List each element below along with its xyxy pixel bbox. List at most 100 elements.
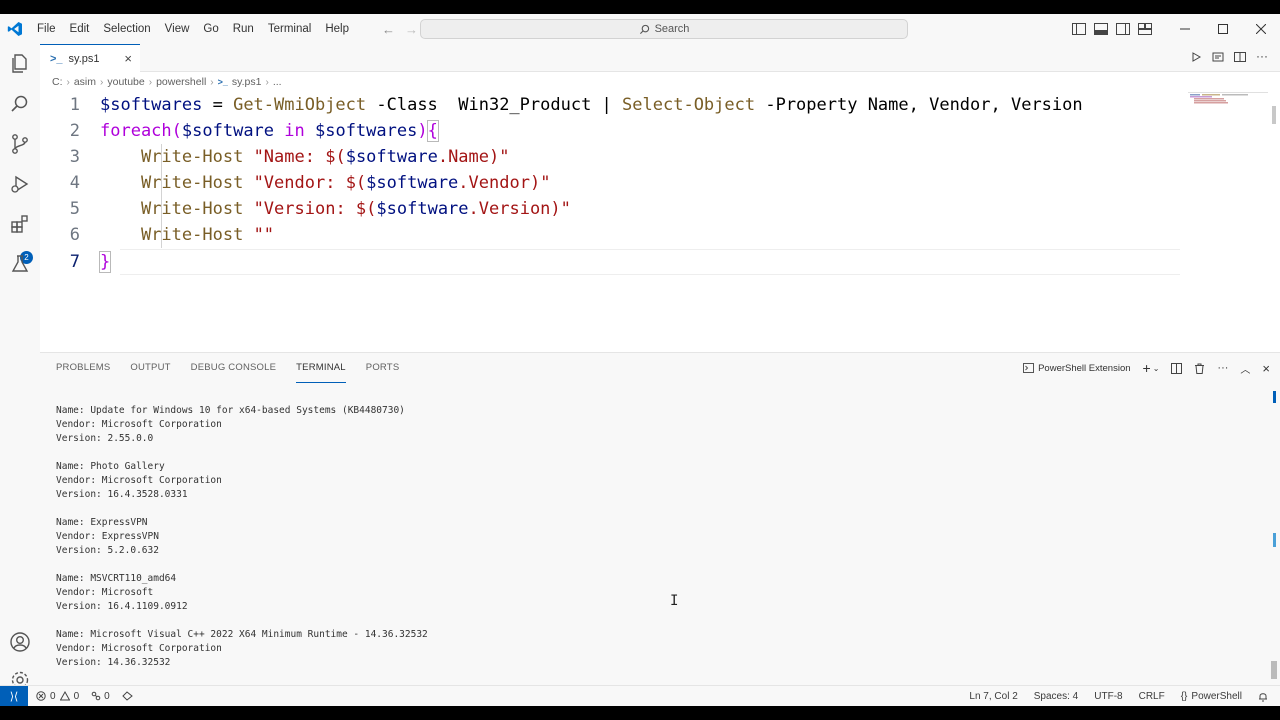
- brace-token: }: [98, 251, 112, 273]
- search-view-icon[interactable]: [8, 92, 32, 116]
- split-terminal-icon[interactable]: [1171, 362, 1183, 374]
- split-editor-icon[interactable]: [1234, 51, 1246, 63]
- breadcrumb-powershell[interactable]: powershell: [156, 76, 206, 88]
- customize-layout-icon[interactable]: [1138, 23, 1152, 35]
- menu-selection[interactable]: Selection: [96, 14, 157, 44]
- command-center-search[interactable]: Search: [420, 19, 908, 39]
- indent-token: [100, 173, 141, 193]
- menu-file[interactable]: File: [30, 14, 63, 44]
- title-bar: File Edit Selection View Go Run Terminal…: [0, 14, 1280, 44]
- run-icon[interactable]: [1190, 51, 1202, 63]
- breadcrumb-symbols[interactable]: ...: [273, 76, 282, 88]
- ports-status[interactable]: 0: [91, 691, 110, 702]
- line-number: 4: [69, 173, 80, 193]
- tab-ports[interactable]: PORTS: [366, 353, 400, 383]
- more-actions-icon[interactable]: ···: [1256, 50, 1268, 63]
- string-token: ": [560, 199, 571, 219]
- close-panel-icon[interactable]: ×: [1262, 361, 1270, 376]
- toggle-secondary-sidebar-icon[interactable]: [1116, 23, 1130, 35]
- run-selection-icon[interactable]: [1212, 51, 1224, 63]
- extensions-icon[interactable]: [8, 212, 32, 236]
- menu-edit[interactable]: Edit: [63, 14, 97, 44]
- notifications-bell-icon[interactable]: [1258, 691, 1268, 702]
- explorer-icon[interactable]: [8, 52, 32, 76]
- language-mode[interactable]: {} PowerShell: [1181, 691, 1242, 702]
- terminal-line: Vendor: Microsoft Corporation: [56, 475, 222, 486]
- terminal-line: Version: 16.4.3528.0331: [56, 489, 188, 500]
- tab-debug-console[interactable]: DEBUG CONSOLE: [191, 353, 276, 383]
- maximize-button[interactable]: [1204, 14, 1242, 44]
- menu-terminal[interactable]: Terminal: [261, 14, 318, 44]
- problems-status[interactable]: 0 0: [36, 691, 79, 702]
- broadcast-icon[interactable]: [121, 691, 133, 701]
- breadcrumb-youtube[interactable]: youtube: [107, 76, 144, 88]
- subexpr-token: $(: [325, 147, 346, 167]
- ports-icon: [91, 691, 101, 701]
- chevron-right-icon: ›: [210, 76, 214, 88]
- minimize-button[interactable]: [1166, 14, 1204, 44]
- status-left: 0 0 0: [36, 691, 133, 702]
- new-terminal-icon[interactable]: +: [1143, 360, 1151, 376]
- cmdlet-token: Write-Host: [140, 173, 244, 193]
- end-of-line[interactable]: CRLF: [1139, 691, 1165, 702]
- breadcrumb-file[interactable]: sy.ps1: [232, 76, 262, 88]
- warning-icon: [59, 691, 70, 701]
- encoding[interactable]: UTF-8: [1094, 691, 1122, 702]
- code-line-2: 2 foreach($software in $softwares){: [40, 118, 1180, 144]
- terminal-name: PowerShell Extension: [1038, 362, 1131, 374]
- menu-run[interactable]: Run: [226, 14, 261, 44]
- string-token: ": [540, 173, 551, 193]
- run-and-debug-icon[interactable]: [8, 172, 32, 196]
- warning-count: 0: [73, 690, 80, 702]
- terminal-selector[interactable]: PowerShell Extension: [1023, 362, 1131, 374]
- trash-icon[interactable]: [1194, 363, 1205, 374]
- vscode-window: File Edit Selection View Go Run Terminal…: [0, 14, 1280, 706]
- code-line-1: 1 $softwares = Get-WmiObject -Class Win3…: [40, 92, 1180, 118]
- toggle-panel-icon[interactable]: [1094, 23, 1108, 35]
- operator-token: =: [202, 95, 234, 115]
- language-label: PowerShell: [1191, 691, 1242, 702]
- menu-help[interactable]: Help: [318, 14, 356, 44]
- cmdlet-token: Write-Host: [140, 225, 244, 245]
- more-actions-icon[interactable]: ···: [1217, 362, 1228, 374]
- cmdlet-token: Write-Host: [140, 147, 244, 167]
- maximize-panel-icon[interactable]: ︿: [1240, 361, 1250, 376]
- tab-output[interactable]: OUTPUT: [130, 353, 170, 383]
- indentation[interactable]: Spaces: 4: [1034, 691, 1078, 702]
- cursor-position[interactable]: Ln 7, Col 2: [969, 691, 1017, 702]
- breadcrumb-asim[interactable]: asim: [74, 76, 96, 88]
- tab-terminal[interactable]: TERMINAL: [296, 353, 346, 383]
- variable-token: $software: [345, 147, 438, 167]
- string-token: ": [499, 147, 510, 167]
- forward-arrow-icon[interactable]: →: [405, 22, 418, 37]
- source-control-icon[interactable]: [8, 132, 32, 156]
- breadcrumb-drive[interactable]: C:: [52, 76, 63, 88]
- back-arrow-icon[interactable]: ←: [382, 22, 395, 37]
- subexpr-token: ): [529, 173, 541, 193]
- accounts-icon[interactable]: [8, 630, 32, 654]
- chevron-right-icon: ›: [66, 76, 70, 88]
- terminal-output[interactable]: Name: Update for Windows 10 for x64-base…: [56, 404, 1236, 670]
- code-editor[interactable]: 1 $softwares = Get-WmiObject -Class Win3…: [40, 92, 1280, 352]
- title-right-controls: [1072, 14, 1280, 44]
- tab-sy-ps1[interactable]: >_ sy.ps1 ×: [40, 44, 140, 73]
- chevron-down-icon[interactable]: ⌄: [1153, 364, 1160, 373]
- tab-problems[interactable]: PROBLEMS: [56, 353, 110, 383]
- editor-tabs: >_ sy.ps1 × ···: [40, 44, 1280, 73]
- close-window-button[interactable]: [1242, 14, 1280, 44]
- line-number: 6: [69, 225, 80, 245]
- minimap[interactable]: [1188, 92, 1268, 122]
- editor-scrollbar[interactable]: [1272, 106, 1276, 124]
- remote-indicator-icon[interactable]: ⟩⟨: [0, 685, 28, 706]
- paren-token: (: [171, 121, 182, 141]
- menu-go[interactable]: Go: [196, 14, 225, 44]
- toggle-primary-sidebar-icon[interactable]: [1072, 23, 1086, 35]
- close-tab-icon[interactable]: ×: [124, 51, 132, 66]
- terminal-line: Vendor: Microsoft: [56, 587, 154, 598]
- terminal-scrollbar[interactable]: [1271, 661, 1277, 679]
- menu-view[interactable]: View: [158, 14, 197, 44]
- testing-icon[interactable]: [8, 252, 32, 276]
- pipe-token: |: [601, 95, 612, 115]
